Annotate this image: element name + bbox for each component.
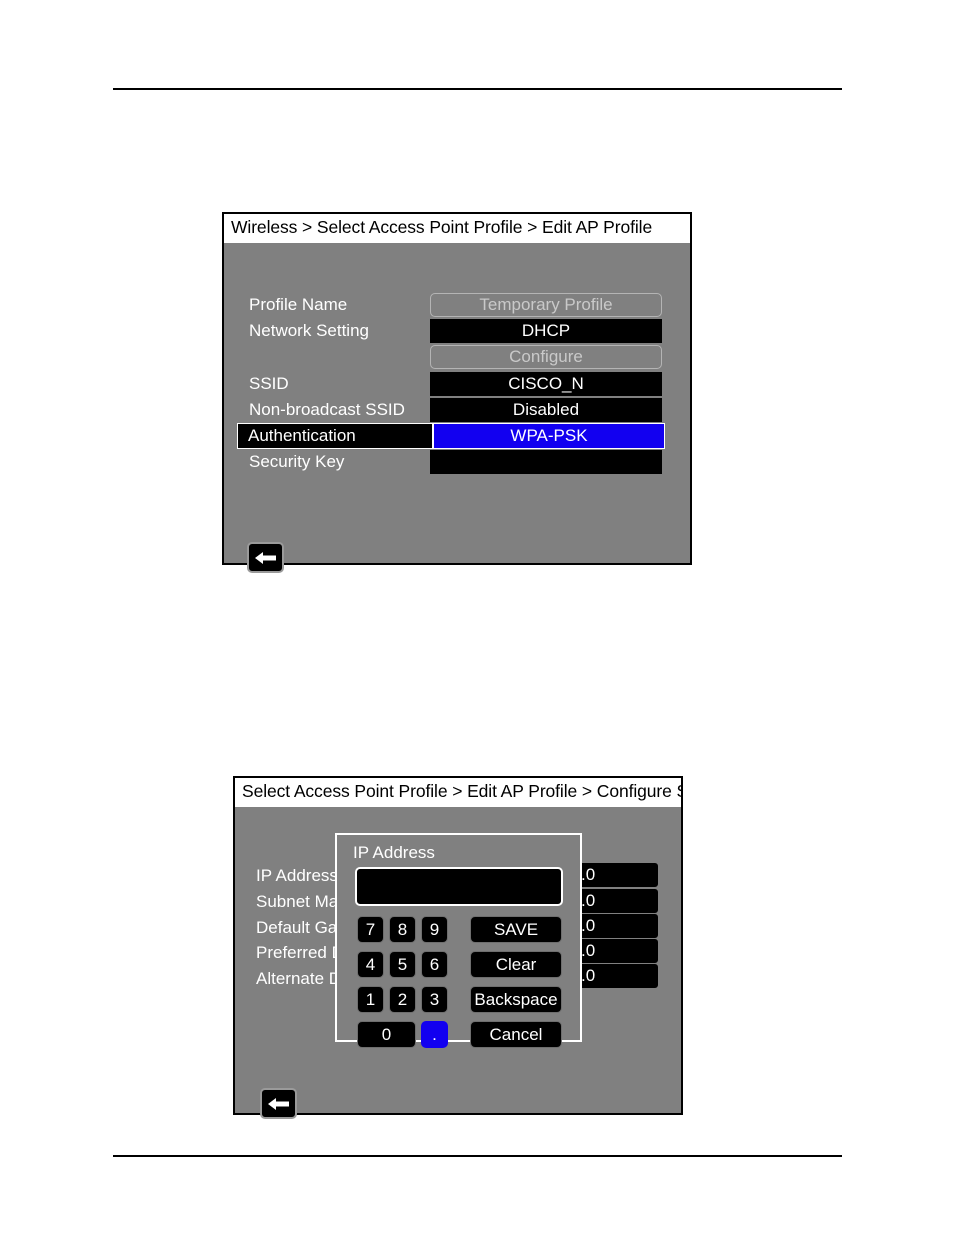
row-configure: Configure	[246, 345, 662, 369]
key-save[interactable]: SAVE	[470, 916, 562, 943]
value-ssid[interactable]: CISCO_N	[430, 372, 662, 396]
configure-button[interactable]: Configure	[430, 345, 662, 369]
back-button[interactable]	[260, 1088, 297, 1119]
label-profile-name: Profile Name	[249, 295, 348, 314]
configure-static-ip-screen: Select Access Point Profile > Edit AP Pr…	[233, 776, 683, 1119]
label-network-setting: Network Setting	[249, 321, 369, 340]
row-non-broadcast-ssid: Non-broadcast SSID Disabled	[246, 398, 662, 422]
key-4[interactable]: 4	[357, 951, 384, 978]
key-decimal-point[interactable]: .	[421, 1021, 448, 1048]
key-9[interactable]: 9	[421, 916, 448, 943]
row-security-key: Security Key	[246, 450, 662, 474]
value-authentication[interactable]: WPA-PSK	[433, 423, 665, 449]
back-arrow-icon	[255, 551, 276, 565]
key-2[interactable]: 2	[389, 986, 416, 1013]
key-0[interactable]: 0	[357, 1021, 416, 1048]
key-8[interactable]: 8	[389, 916, 416, 943]
ip-address-keypad-dialog: IP Address 7 8 9 SAVE 4 5 6 Clear 1 2 3 …	[335, 833, 582, 1048]
key-cancel[interactable]: Cancel	[470, 1021, 562, 1048]
row-profile-name: Profile Name Temporary Profile	[246, 293, 662, 317]
value-subnet-mask[interactable]: .0	[578, 889, 658, 913]
dialog-title: IP Address	[353, 843, 435, 862]
panel1-breadcrumb: Wireless > Select Access Point Profile >…	[224, 214, 690, 243]
back-button[interactable]	[247, 542, 284, 573]
key-1[interactable]: 1	[357, 986, 384, 1013]
back-arrow-icon	[268, 1097, 289, 1111]
row-network-setting: Network Setting DHCP	[246, 319, 662, 343]
key-backspace[interactable]: Backspace	[470, 986, 562, 1013]
value-profile-name[interactable]: Temporary Profile	[430, 293, 662, 317]
key-5[interactable]: 5	[389, 951, 416, 978]
value-network-setting[interactable]: DHCP	[430, 319, 662, 343]
label-security-key: Security Key	[249, 452, 345, 471]
value-security-key[interactable]	[430, 450, 662, 474]
row-authentication: Authentication WPA-PSK	[237, 423, 665, 449]
key-3[interactable]: 3	[421, 986, 448, 1013]
row-ssid: SSID CISCO_N	[246, 372, 662, 396]
value-ip-address[interactable]: .0	[578, 863, 658, 887]
value-default-gateway[interactable]: .0	[578, 914, 658, 938]
panel2-body: IP Address Subnet Ma Default Ga Preferre…	[235, 807, 681, 1119]
panel2-breadcrumb: Select Access Point Profile > Edit AP Pr…	[235, 778, 681, 807]
edit-ap-profile-screen: Wireless > Select Access Point Profile >…	[222, 212, 692, 573]
key-6[interactable]: 6	[421, 951, 448, 978]
value-non-broadcast-ssid[interactable]: Disabled	[430, 398, 662, 422]
page-footer-rule	[113, 1155, 842, 1157]
label-authentication[interactable]: Authentication	[237, 423, 433, 449]
key-clear[interactable]: Clear	[470, 951, 562, 978]
key-7[interactable]: 7	[357, 916, 384, 943]
panel1-body: Profile Name Temporary Profile Network S…	[224, 243, 690, 573]
page-header-rule	[113, 88, 842, 90]
value-preferred-dns[interactable]: .0	[578, 939, 658, 963]
value-alternate-dns[interactable]: .0	[578, 964, 658, 988]
label-non-broadcast-ssid: Non-broadcast SSID	[249, 400, 405, 419]
ip-address-input[interactable]	[355, 867, 563, 906]
label-ssid: SSID	[249, 374, 289, 393]
